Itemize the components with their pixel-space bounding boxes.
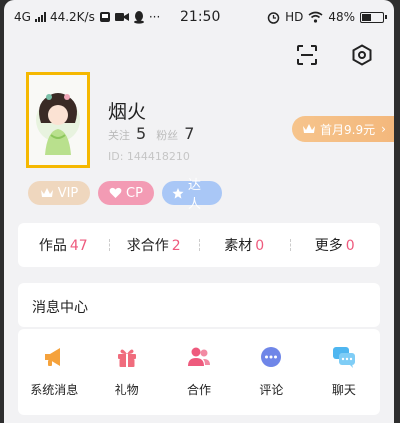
battery-percent: 48% [328, 10, 355, 24]
comments-label: 评论 [259, 383, 284, 397]
chat-button[interactable]: 聊天 [308, 329, 380, 415]
message-center-title: 消息中心 [32, 300, 88, 316]
chat-icon [332, 345, 356, 369]
battery-icon [360, 11, 387, 23]
tab-materials-count: 0 [255, 238, 265, 254]
avatar-image [29, 75, 87, 165]
expert-badge[interactable]: 达人 [162, 178, 222, 212]
expert-badge-label: 达人 [188, 178, 202, 212]
message-center-grid: 系统消息 礼物 合作 评论 聊天 [18, 329, 380, 415]
following-label[interactable]: 关注 [108, 127, 130, 143]
battery-level [362, 13, 372, 21]
tab-cooperation-count: 2 [171, 238, 181, 254]
badge-row: VIP CP 达人 [28, 178, 222, 212]
tab-works-count: 47 [69, 238, 88, 254]
tab-cooperation-label: 求合作 [126, 238, 169, 254]
vip-offer-label: 首月9.9元 [320, 122, 376, 137]
username: 烟火 [108, 101, 147, 123]
heart-icon [109, 187, 122, 198]
comments-button[interactable]: 评论 [235, 329, 307, 415]
tab-materials[interactable]: 素材 0 [199, 235, 290, 255]
status-time: 21:50 [180, 9, 221, 25]
tab-works-label: 作品 [38, 238, 67, 254]
wifi-icon [308, 11, 323, 23]
more-notifications: ··· [148, 10, 161, 24]
cooperation-button[interactable]: 合作 [163, 329, 235, 415]
profile-screen: 4G 44.2K/s ··· 21:50 HD 48% 烟火 关注 5 粉丝 7… [4, 0, 394, 423]
follow-stats: 关注 5 粉丝 7 [108, 124, 194, 143]
tab-more-count: 0 [345, 238, 355, 254]
network-label: 4G [14, 10, 31, 24]
tab-cooperation[interactable]: 求合作 2 [108, 235, 200, 255]
comment-icon [259, 345, 283, 369]
tab-works[interactable]: 作品 47 [18, 235, 109, 255]
crown-icon [40, 188, 53, 197]
star-icon [172, 187, 184, 199]
alarm-icon [267, 11, 280, 24]
qq-icon [133, 10, 144, 24]
tab-materials-label: 素材 [224, 238, 253, 254]
message-center-header: 消息中心 [18, 283, 380, 327]
chevron-right-icon: › [381, 122, 386, 136]
people-icon [187, 345, 211, 369]
signal-icon [34, 12, 46, 22]
vip-badge-label: VIP [57, 185, 79, 201]
gifts-button[interactable]: 礼物 [90, 329, 162, 415]
cp-badge[interactable]: CP [98, 181, 154, 205]
following-count[interactable]: 5 [136, 124, 146, 143]
gift-icon [115, 345, 139, 369]
cp-badge-label: CP [126, 185, 143, 201]
speed-label: 44.2K/s [49, 10, 95, 24]
tab-more[interactable]: 更多 0 [289, 235, 381, 255]
settings-button[interactable] [349, 42, 375, 68]
status-left: 4G 44.2K/s ··· [14, 10, 160, 24]
cooperation-label: 合作 [187, 383, 212, 397]
user-id: ID: 144418210 [108, 150, 190, 163]
megaphone-icon [42, 345, 66, 369]
vip-badge[interactable]: VIP [28, 181, 90, 205]
content-tabs: 作品 47 求合作 2 素材 0 更多 0 [18, 223, 380, 267]
video-icon [114, 13, 129, 21]
hd-label: HD [285, 10, 304, 24]
settings-hexagon-icon [352, 44, 372, 66]
scan-button[interactable] [294, 42, 320, 68]
fans-label[interactable]: 粉丝 [156, 127, 178, 143]
chat-label: 聊天 [331, 383, 356, 397]
notification-icon [99, 12, 110, 22]
tab-more-label: 更多 [314, 238, 343, 254]
gifts-label: 礼物 [114, 383, 139, 397]
scan-icon [297, 45, 317, 65]
system-messages-button[interactable]: 系统消息 [18, 329, 90, 415]
avatar[interactable] [26, 72, 90, 168]
system-messages-label: 系统消息 [30, 383, 79, 397]
status-bar: 4G 44.2K/s ··· 21:50 HD 48% [4, 0, 394, 34]
vip-offer-button[interactable]: 首月9.9元 › [292, 116, 394, 142]
crown-icon [303, 124, 315, 133]
fans-count[interactable]: 7 [184, 124, 194, 143]
status-right: HD 48% [267, 10, 387, 24]
